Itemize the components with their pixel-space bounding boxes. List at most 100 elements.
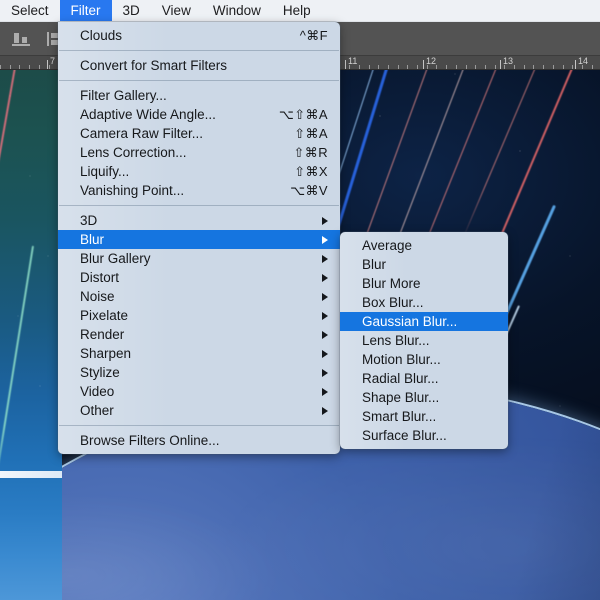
ruler-number: 11: [348, 56, 358, 66]
submenu-item-lens-blur[interactable]: Lens Blur...: [340, 331, 508, 350]
menu-item-clouds[interactable]: Clouds ^⌘F: [58, 26, 340, 45]
menu-item-sharpen[interactable]: Sharpen: [58, 344, 340, 363]
submenu-item-label: Box Blur...: [362, 295, 424, 310]
submenu-item-smart-blur[interactable]: Smart Blur...: [340, 407, 508, 426]
submenu-item-label: Average: [362, 238, 413, 253]
menu-item-label: Pixelate: [80, 308, 129, 323]
submenu-item-label: Motion Blur...: [362, 352, 441, 367]
ruler-number: 12: [426, 56, 437, 66]
menu-item-distort[interactable]: Distort: [58, 268, 340, 287]
menu-item-shortcut: ⌥⇧⌘A: [278, 106, 328, 122]
menu-item-label: Distort: [80, 270, 120, 285]
ruler-tick: [533, 65, 534, 69]
ruler-tick: [553, 65, 554, 69]
submenu-arrow-icon: [322, 368, 328, 377]
menubar-item-view[interactable]: View: [151, 0, 202, 21]
ruler-tick: [572, 65, 573, 69]
menu-item-noise[interactable]: Noise: [58, 287, 340, 306]
menu-item-camera-raw-filter[interactable]: Camera Raw Filter... ⇧⌘A: [58, 124, 340, 143]
submenu-item-motion-blur[interactable]: Motion Blur...: [340, 350, 508, 369]
ruler-tick: [359, 65, 360, 69]
menu-item-shortcut: ⇧⌘R: [293, 144, 328, 160]
menu-item-blur-gallery[interactable]: Blur Gallery: [58, 249, 340, 268]
menu-item-liquify[interactable]: Liquify... ⇧⌘X: [58, 162, 340, 181]
menu-item-render[interactable]: Render: [58, 325, 340, 344]
menu-item-label: Camera Raw Filter...: [80, 126, 204, 141]
submenu-arrow-icon: [322, 273, 328, 282]
submenu-arrow-icon: [322, 387, 328, 396]
submenu-item-blur[interactable]: Blur: [340, 255, 508, 274]
menu-item-3d[interactable]: 3D: [58, 211, 340, 230]
ruler-tick: [417, 65, 418, 69]
menu-item-label: Other: [80, 403, 114, 418]
menu-item-label: Liquify...: [80, 164, 130, 179]
submenu-item-radial-blur[interactable]: Radial Blur...: [340, 369, 508, 388]
submenu-arrow-icon: [322, 292, 328, 301]
submenu-item-average[interactable]: Average: [340, 236, 508, 255]
submenu-item-label: Smart Blur...: [362, 409, 437, 424]
menu-item-shortcut: ⇧⌘X: [294, 163, 328, 179]
menu-item-filter-gallery[interactable]: Filter Gallery...: [58, 86, 340, 105]
menu-item-video[interactable]: Video: [58, 382, 340, 401]
align-bottom-edges-icon[interactable]: [10, 29, 34, 49]
submenu-arrow-icon: [322, 235, 328, 244]
submenu-item-surface-blur[interactable]: Surface Blur...: [340, 426, 508, 445]
menu-item-lens-correction[interactable]: Lens Correction... ⇧⌘R: [58, 143, 340, 162]
menu-item-label: Filter Gallery...: [80, 88, 167, 103]
menu-item-stylize[interactable]: Stylize: [58, 363, 340, 382]
menu-item-other[interactable]: Other: [58, 401, 340, 420]
left-column-speckle: [0, 56, 62, 600]
submenu-item-label: Gaussian Blur...: [362, 314, 458, 329]
menu-bar[interactable]: Select Filter 3D View Window Help: [0, 0, 600, 22]
menu-item-label: Video: [80, 384, 115, 399]
submenu-item-box-blur[interactable]: Box Blur...: [340, 293, 508, 312]
blur-submenu-dropdown[interactable]: Average Blur Blur More Box Blur... Gaussian …: [340, 232, 508, 449]
ruler-tick: [369, 65, 370, 69]
ruler-tick: [436, 65, 437, 69]
filter-menu-dropdown[interactable]: Clouds ^⌘F Convert for Smart Filters Filter…: [58, 22, 340, 454]
submenu-arrow-icon: [322, 254, 328, 263]
submenu-item-label: Blur: [362, 257, 387, 272]
menu-item-vanishing-point[interactable]: Vanishing Point... ⌥⌘V: [58, 181, 340, 200]
menu-item-adaptive-wide-angle[interactable]: Adaptive Wide Angle... ⌥⇧⌘A: [58, 105, 340, 124]
ruler-tick: [0, 65, 1, 69]
menu-item-label: Stylize: [80, 365, 120, 380]
submenu-item-blur-more[interactable]: Blur More: [340, 274, 508, 293]
menubar-item-3d[interactable]: 3D: [112, 0, 151, 21]
ruler-tick: [39, 65, 40, 69]
ruler-tick: [514, 65, 515, 69]
menubar-item-select[interactable]: Select: [0, 0, 60, 21]
ruler-number: 13: [503, 56, 514, 66]
submenu-arrow-icon: [322, 216, 328, 225]
menu-item-label: Vanishing Point...: [80, 183, 185, 198]
menu-item-label: Blur Gallery: [80, 251, 151, 266]
menu-item-blur[interactable]: Blur: [58, 230, 340, 249]
ruler-tick: [563, 65, 564, 69]
submenu-item-label: Surface Blur...: [362, 428, 447, 443]
ruler-tick: [543, 65, 544, 69]
menu-item-shortcut: ⌥⌘V: [290, 182, 328, 198]
menubar-item-window[interactable]: Window: [202, 0, 272, 21]
submenu-item-shape-blur[interactable]: Shape Blur...: [340, 388, 508, 407]
menu-item-browse-filters-online[interactable]: Browse Filters Online...: [58, 431, 340, 450]
submenu-item-gaussian-blur[interactable]: Gaussian Blur...: [340, 312, 508, 331]
menu-item-pixelate[interactable]: Pixelate: [58, 306, 340, 325]
menu-item-convert-for-smart-filters[interactable]: Convert for Smart Filters: [58, 56, 340, 75]
submenu-item-label: Lens Blur...: [362, 333, 430, 348]
ruler-number: 7: [50, 56, 56, 66]
ruler-tick: [456, 65, 457, 69]
ruler-tick: [398, 65, 399, 69]
horizon-highlight: [0, 471, 62, 478]
menubar-item-help[interactable]: Help: [272, 0, 322, 21]
menu-item-label: Sharpen: [80, 346, 132, 361]
menubar-item-filter[interactable]: Filter: [59, 0, 112, 21]
menu-item-label: Noise: [80, 289, 115, 304]
ruler-tick: [475, 65, 476, 69]
menu-item-label: 3D: [80, 213, 98, 228]
submenu-arrow-icon: [322, 406, 328, 415]
ruler-tick: [466, 65, 467, 69]
menu-item-label: Lens Correction...: [80, 145, 187, 160]
menu-item-label: Convert for Smart Filters: [80, 58, 228, 73]
menu-item-shortcut: ^⌘F: [299, 27, 328, 43]
submenu-item-label: Radial Blur...: [362, 371, 439, 386]
